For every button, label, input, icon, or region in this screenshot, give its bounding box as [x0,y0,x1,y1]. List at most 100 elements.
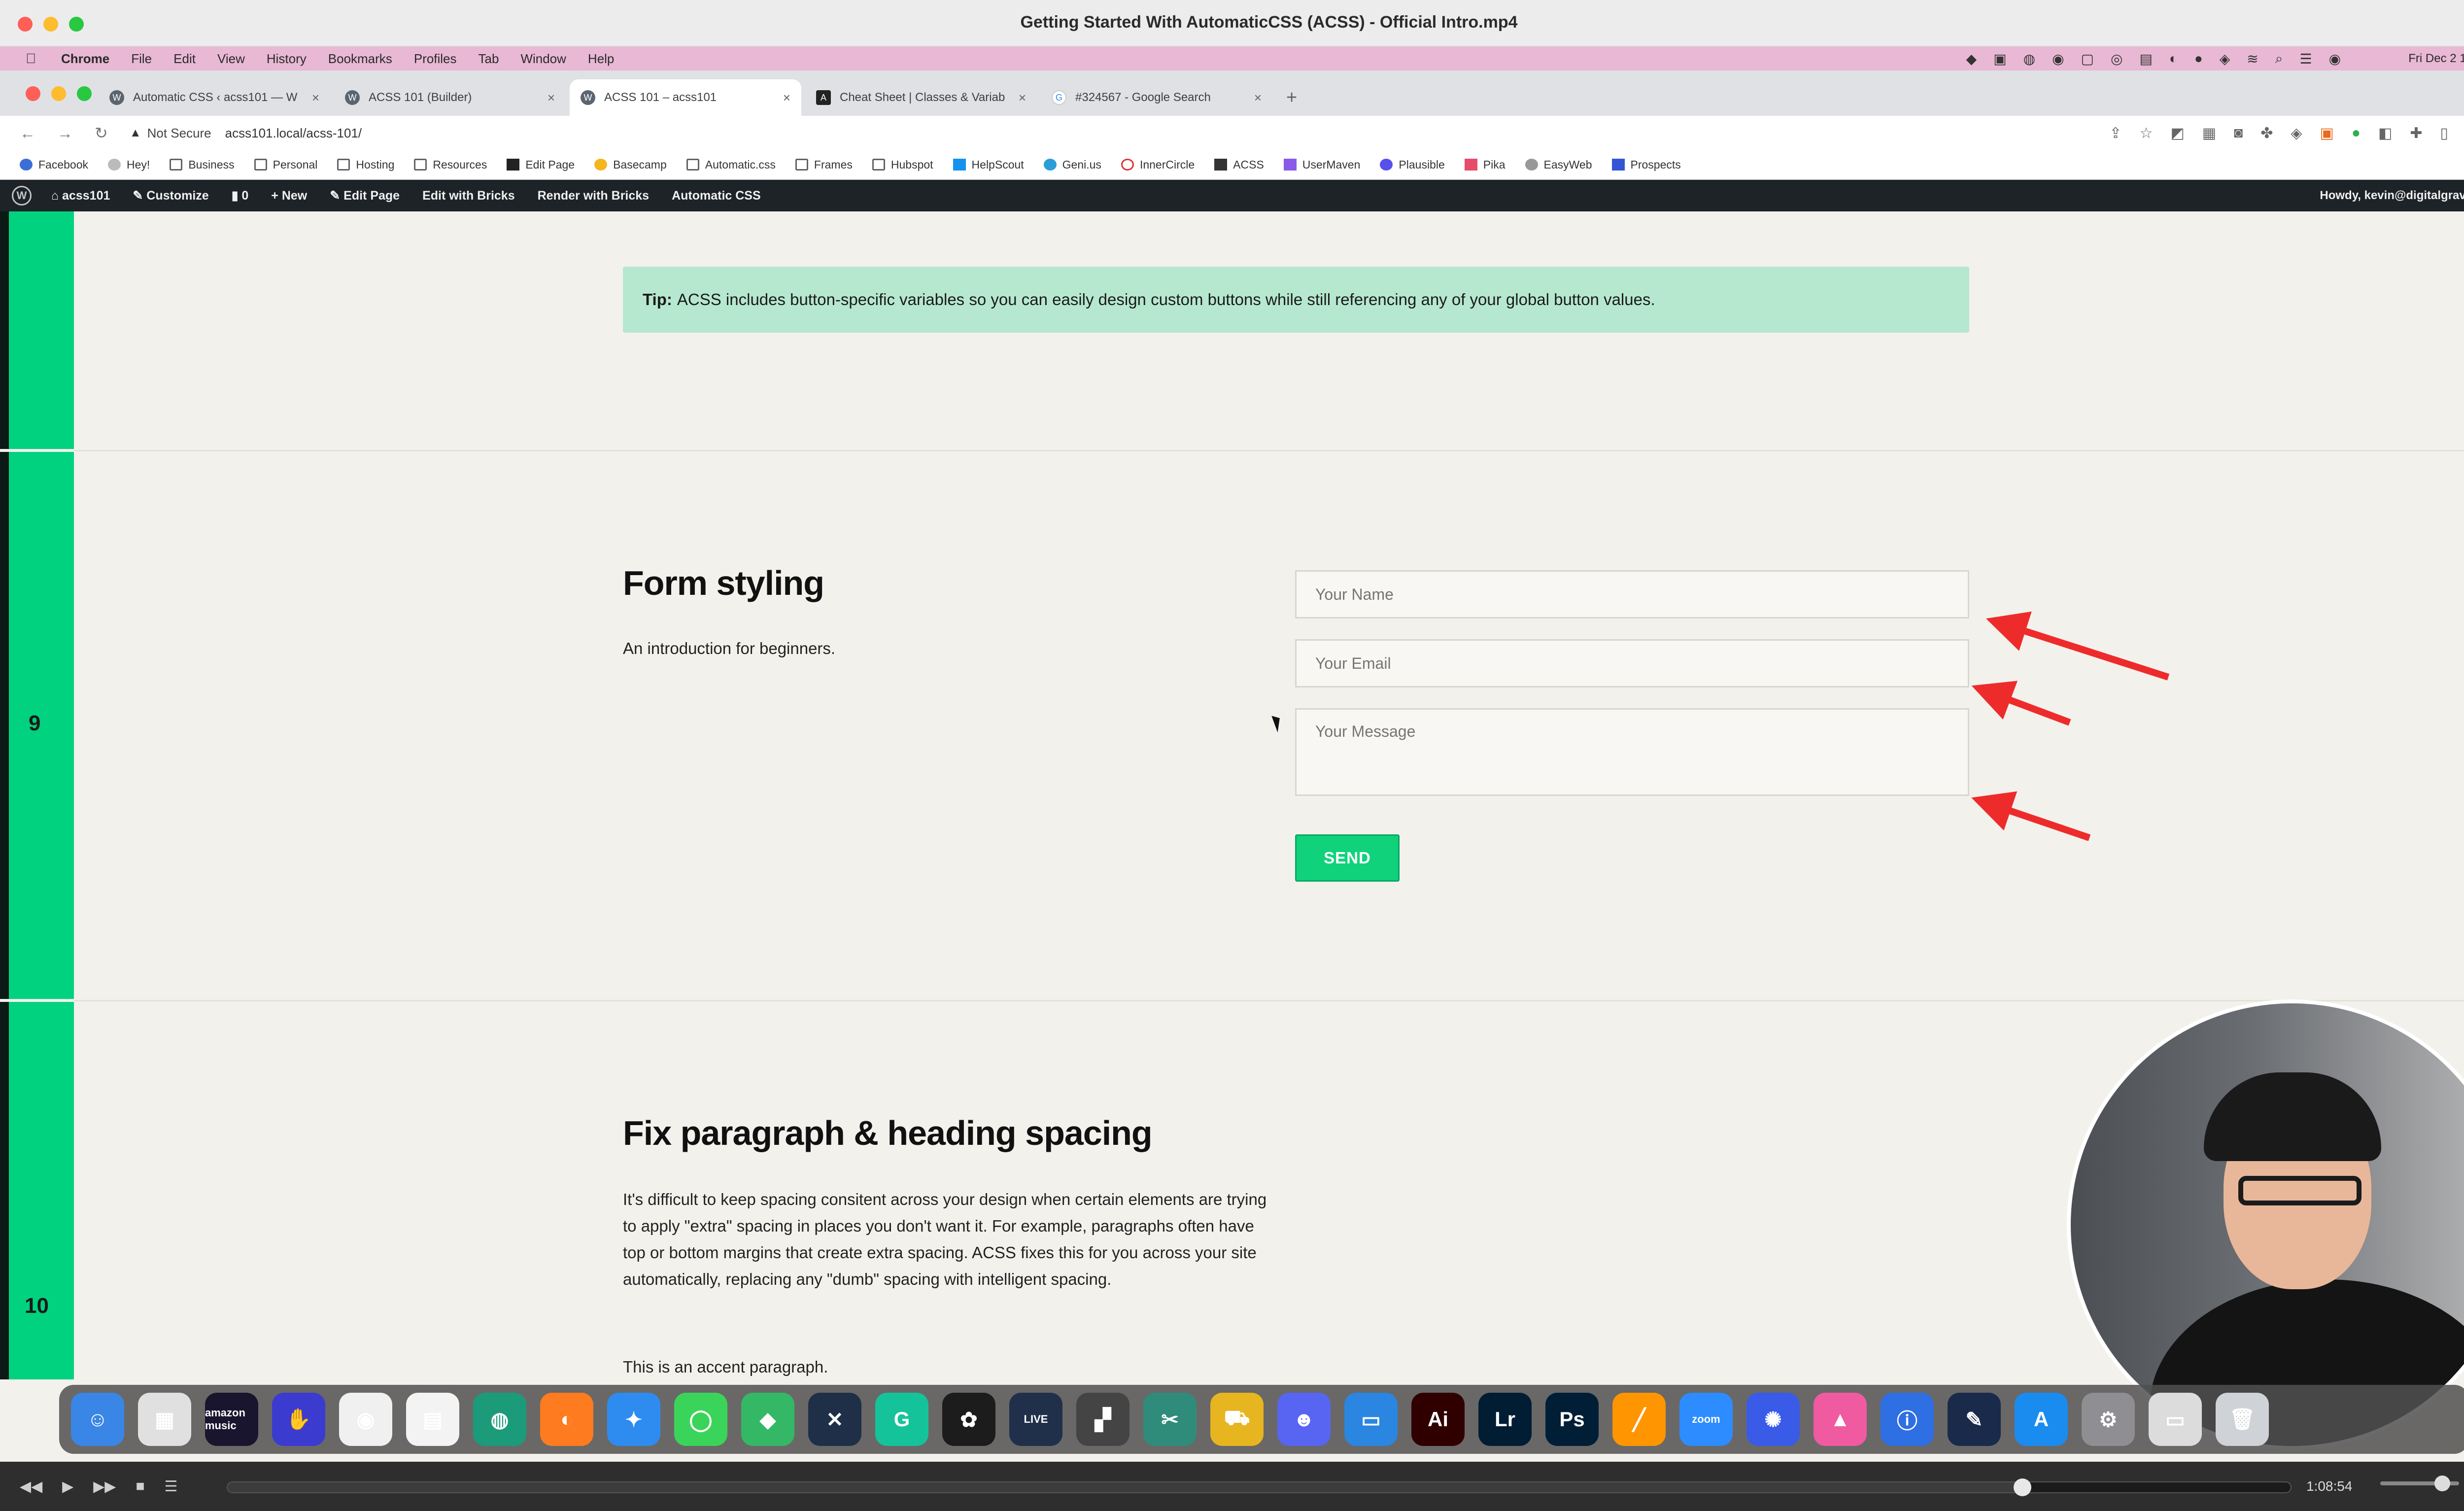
discord-icon[interactable]: ☻ [1277,1393,1331,1446]
email-input[interactable] [1295,639,1969,687]
sidebar-icon[interactable]: ▯ [2440,125,2448,144]
firefox-icon[interactable]: ◐ [540,1393,593,1446]
close-icon[interactable]: × [548,90,555,105]
stop-icon[interactable]: ■ [136,1478,144,1495]
siri-icon[interactable]: ◉ [2329,51,2341,67]
illustrator-icon[interactable]: Ai [1411,1393,1465,1446]
wp-edit-page[interactable]: ✎ Edit Page [330,188,400,203]
wifi-icon[interactable]: ≋ [2247,51,2258,67]
bookmark-usermaven[interactable]: UserMaven [1283,158,1360,172]
pocketcasts-icon[interactable]: ◍ [473,1393,526,1446]
claquette-icon[interactable]: ▞ [1076,1393,1129,1446]
tray-app-icon[interactable]: ▣ [1993,51,2006,67]
bookmark-acss[interactable]: ACSS [1214,158,1264,172]
wp-render-with-bricks[interactable]: Render with Bricks [538,189,649,203]
tray-app-icon[interactable]: ● [2194,51,2203,67]
scrubber-track[interactable] [227,1478,2292,1496]
address-bar[interactable]: ▲ Not Secure acss101.local/acss-101/ [130,126,362,141]
send-button[interactable]: SEND [1295,834,1400,882]
tray-app-icon[interactable]: ◈ [2220,51,2230,67]
bookmark-innercircle[interactable]: InnerCircle [1121,158,1195,172]
menu-app-chrome[interactable]: Chrome [61,51,109,67]
1password-icon[interactable]: ⓘ [1881,1393,1934,1446]
safari-icon[interactable]: ✦ [607,1393,660,1446]
bookmark-basecamp[interactable]: Basecamp [594,158,667,172]
forklift-icon[interactable]: ⛟ [1210,1393,1264,1446]
extension-icon[interactable]: ▣ [2320,125,2334,144]
perplexity-icon[interactable]: ✺ [1746,1393,1800,1446]
menubar-clock[interactable]: Fri Dec 2 12:16 PM [2408,52,2464,66]
search-icon[interactable]: ⌕ [2275,51,2283,67]
menu-edit[interactable]: Edit [173,51,196,67]
trash-icon[interactable]: 🗑 [2216,1393,2269,1446]
playlist-icon[interactable]: ☰ [165,1478,178,1495]
fast-forward-icon[interactable]: ▶▶ [93,1478,116,1495]
name-input[interactable] [1295,570,1969,618]
wordpress-logo-icon[interactable]: W [12,186,32,206]
lightroom-icon[interactable]: Lr [1478,1393,1532,1446]
extension-icon[interactable]: ▦ [2202,125,2216,144]
hand-icon[interactable]: ✋ [272,1393,325,1446]
sublime-icon[interactable]: ╱ [1612,1393,1666,1446]
launchpad-icon[interactable]: ▦ [138,1393,191,1446]
puzzle-icon[interactable]: ✚ [2410,125,2422,144]
menu-tab[interactable]: Tab [479,51,499,67]
tray-app-icon[interactable]: ◆ [1966,51,1977,67]
reload-icon[interactable]: ↻ [95,124,108,142]
apple-icon[interactable]:  [26,51,42,67]
tray-app-icon[interactable]: ◉ [2052,51,2064,67]
url-text[interactable]: acss101.local/acss-101/ [225,126,362,141]
share-icon[interactable]: ⇪ [2109,125,2122,144]
pen-icon[interactable]: ✎ [1948,1393,2001,1446]
bookmark-edit-page[interactable]: Edit Page [507,158,575,172]
tab-google-search[interactable]: G #324567 - Google Search × [1041,79,1272,116]
tab-cheat-sheet[interactable]: A Cheat Sheet | Classes & Variab × [805,79,1037,116]
bookmark-pika[interactable]: Pika [1464,158,1506,172]
tray-app-icon[interactable]: ▤ [2139,51,2152,67]
figma-icon[interactable]: ✿ [942,1393,995,1446]
bookmark-automatic-css[interactable]: Automatic.css [686,158,776,172]
tray-app-icon[interactable]: ◍ [2023,51,2035,67]
settings-icon[interactable]: ⚙ [2082,1393,2135,1446]
amazon-music-icon[interactable]: amazon music [205,1393,258,1446]
live-icon[interactable]: LIVE [1009,1393,1062,1446]
wp-site-name[interactable]: ⌂ acss101 [51,189,110,203]
tab-acss-101[interactable]: W ACSS 101 – acss101 × [570,79,801,116]
wp-new[interactable]: + New [271,189,307,203]
tab-acss-builder[interactable]: W ACSS 101 (Builder) × [334,79,566,116]
scrubber-handle[interactable] [2013,1478,2031,1496]
close-icon[interactable]: × [1254,90,1262,105]
finder-icon[interactable]: ☺ [71,1393,124,1446]
wp-comments[interactable]: ▮ 0 [232,188,249,203]
affinity-icon[interactable]: ◆ [741,1393,794,1446]
bookmark-helpscout[interactable]: HelpScout [953,158,1024,172]
extension-icon[interactable]: ● [2352,125,2361,144]
chrome-minimize-button[interactable] [51,86,66,101]
scissors-icon[interactable]: ✂ [1143,1393,1197,1446]
new-tab-button[interactable]: + [1286,79,1297,116]
todo-icon[interactable]: ▤ [406,1393,459,1446]
tray-app-icon[interactable]: ▢ [2081,51,2094,67]
security-status[interactable]: Not Secure [147,126,211,141]
wp-customize[interactable]: ✎ Customize [133,188,208,203]
bookmark-facebook[interactable]: Facebook [20,158,88,172]
wp-howdy-user[interactable]: Howdy, kevin@digitalgravy.co [2320,189,2464,203]
close-icon[interactable]: × [1019,90,1026,105]
menu-view[interactable]: View [217,51,245,67]
extension-icon[interactable]: ◧ [2378,125,2392,144]
bookmark-star-icon[interactable]: ☆ [2140,125,2153,144]
bookmark-hey[interactable]: Hey! [108,158,150,172]
menu-profiles[interactable]: Profiles [414,51,457,67]
control-center-icon[interactable]: ☰ [2299,51,2312,67]
cleanmymac-icon[interactable]: ▲ [1814,1393,1867,1446]
photoshop-icon[interactable]: Ps [1545,1393,1599,1446]
tray-app-icon[interactable]: ◐ [2169,51,2178,67]
close-icon[interactable]: × [312,90,319,105]
close-icon[interactable]: × [783,90,790,105]
bookmark-resources[interactable]: Resources [414,158,487,172]
back-icon[interactable]: ← [20,124,35,142]
play-icon[interactable]: ▶ [62,1478,73,1495]
bookmark-plausible[interactable]: Plausible [1380,158,1445,172]
camera-icon[interactable]: ◙ [2234,125,2243,144]
bookmark-frames[interactable]: Frames [795,158,853,172]
